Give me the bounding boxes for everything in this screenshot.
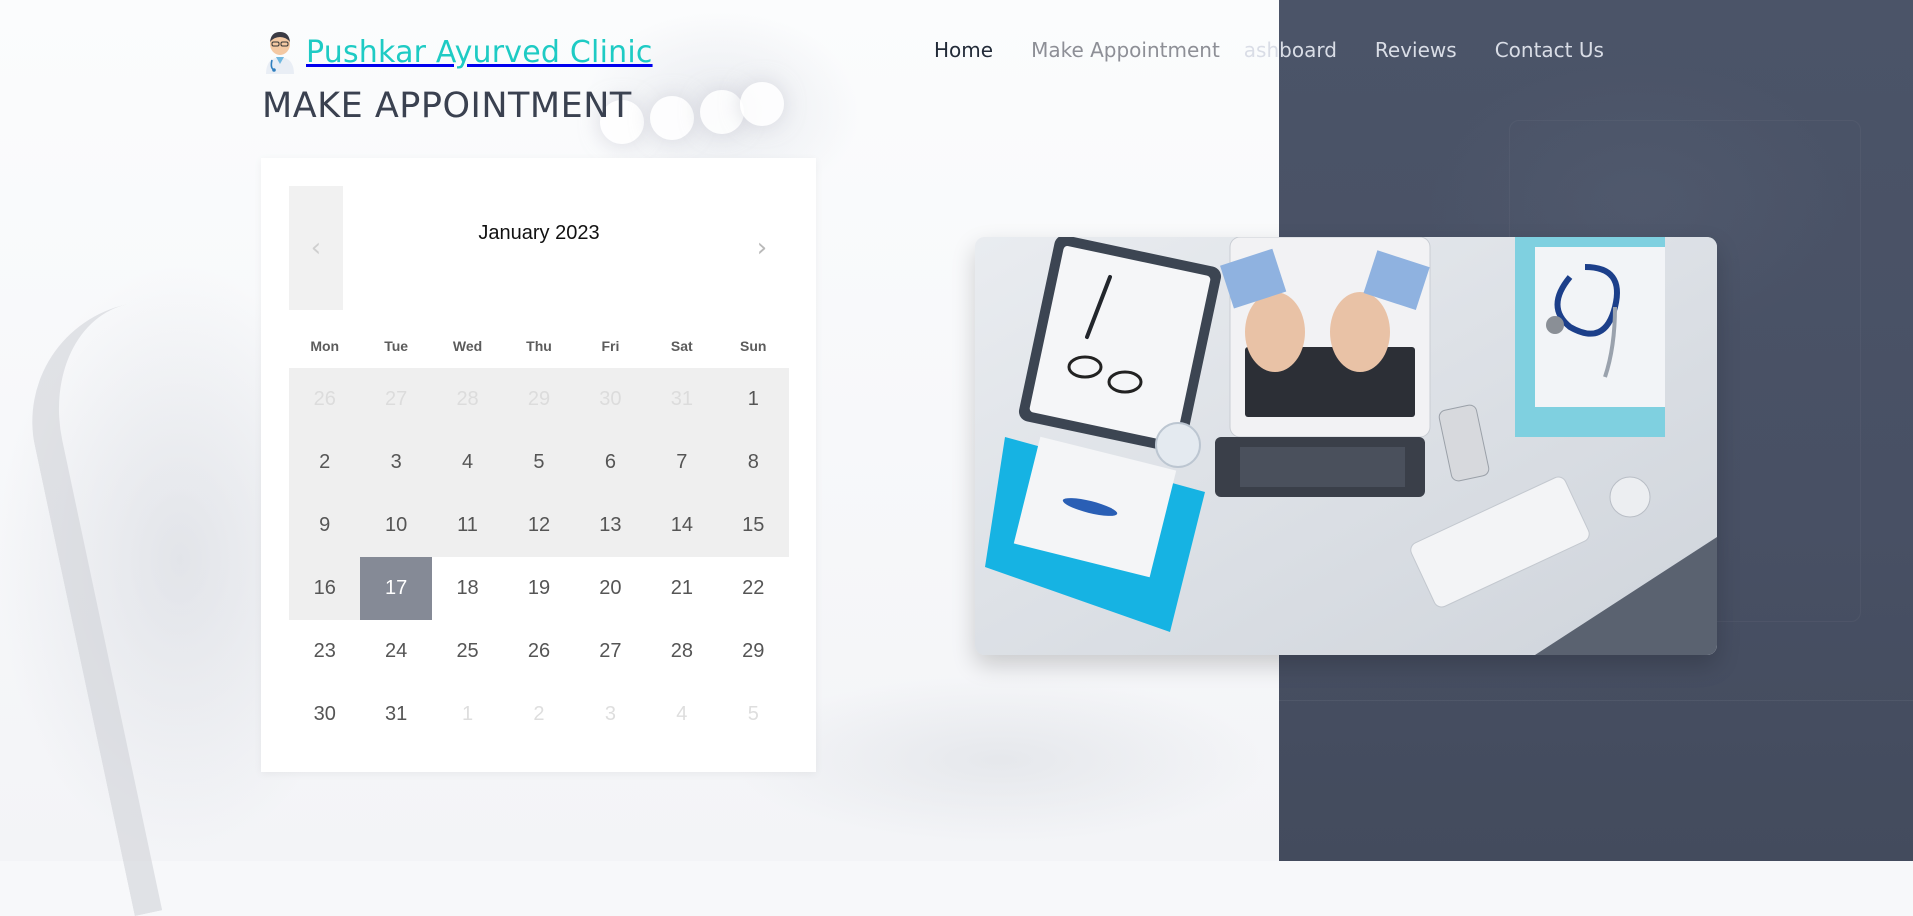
background-line — [1279, 700, 1913, 701]
lamp-light — [740, 82, 784, 126]
chevron-right-icon: › — [756, 233, 768, 263]
calendar-day-disabled: 4 — [431, 431, 504, 494]
brand-name: Pushkar Ayurved Clinic — [306, 34, 653, 70]
calendar-day[interactable]: 21 — [646, 557, 717, 620]
lamp-light — [700, 90, 744, 134]
calendar-day-disabled: 15 — [717, 494, 789, 557]
weekday-label: Mon — [310, 338, 340, 354]
doctor-desk-illustration — [975, 237, 1717, 655]
calendar-day[interactable]: 24 — [360, 620, 431, 683]
calendar-day[interactable]: 22 — [718, 557, 789, 620]
calendar-day-other-month: 1 — [462, 703, 474, 725]
weekday-label: Wed — [452, 338, 483, 354]
calendar-day-other-month: 26 — [289, 368, 361, 431]
calendar-day-other-month: 3 — [604, 703, 616, 725]
calendar-day-disabled: 13 — [574, 494, 647, 557]
calendar-day-other-month: 5 — [747, 703, 759, 725]
calendar-day-disabled: 10 — [360, 494, 432, 557]
nav-link-reviews[interactable]: Reviews — [1375, 38, 1457, 62]
calendar-day-disabled: 14 — [646, 494, 718, 557]
stethoscope-folder-shape — [1515, 237, 1665, 437]
calendar-day[interactable]: 19 — [503, 557, 574, 620]
weekday-label: Thu — [526, 338, 552, 354]
calendar-day[interactable]: 26 — [503, 620, 574, 683]
calendar-day-disabled: 16 — [289, 557, 361, 620]
nav-link-home[interactable]: Home — [934, 38, 993, 62]
calendar-day-disabled: 9 — [289, 494, 361, 557]
calendar-day[interactable]: 29 — [718, 620, 789, 683]
calendar-day-other-month: 30 — [574, 368, 647, 431]
nav-link-dashboard[interactable]: ashboard — [1244, 38, 1337, 62]
calendar-day[interactable]: 28 — [646, 620, 717, 683]
calendar-day-disabled: 3 — [360, 431, 432, 494]
calendar-prev-month-button[interactable]: ‹ — [289, 186, 343, 310]
calendar-day-other-month: 2 — [533, 703, 545, 725]
doctor-avatar-icon — [262, 30, 298, 74]
calendar-day[interactable]: 18 — [432, 557, 503, 620]
doctor-desk-image — [975, 237, 1717, 655]
weekday-label: Tue — [384, 338, 409, 354]
calendar-day-grid: 26 27 28 29 30 31 1 2 3 4 5 6 7 8 9 10 1… — [289, 368, 789, 746]
laptop-shape — [1215, 237, 1431, 497]
pen-cup-shape — [1609, 476, 1651, 518]
calendar-header: ‹ January 2023 › — [289, 186, 789, 310]
nav-link-contact-us[interactable]: Contact Us — [1495, 38, 1604, 62]
calendar-weekday-row: Mon Tue Wed Thu Fri Sat Sun — [289, 338, 789, 354]
calendar-day-other-month: 27 — [360, 368, 432, 431]
calendar-day[interactable]: 25 — [432, 620, 503, 683]
calendar-day-selected[interactable]: 17 — [360, 557, 432, 620]
calendar-day-disabled: 8 — [717, 431, 789, 494]
main-navigation: Home Make Appointment ashboard Reviews C… — [934, 38, 1642, 62]
calendar-day-disabled: 2 — [289, 431, 361, 494]
calendar-month-label: January 2023 — [478, 222, 600, 244]
glass-shape — [1155, 422, 1201, 468]
calendar-day-other-month: 31 — [646, 368, 718, 431]
calendar-day-disabled: 12 — [503, 494, 575, 557]
calendar-day[interactable]: 27 — [575, 620, 646, 683]
calendar-day-disabled: 7 — [646, 431, 718, 494]
calendar-day[interactable]: 30 — [289, 683, 360, 746]
lamp-light — [650, 96, 694, 140]
calendar-day[interactable]: 31 — [360, 683, 431, 746]
calendar-day-disabled: 6 — [574, 431, 647, 494]
appointment-calendar: ‹ January 2023 › Mon Tue Wed Thu Fri Sat… — [261, 158, 816, 772]
weekday-label: Sun — [740, 338, 767, 354]
calendar-day-disabled: 11 — [431, 494, 504, 557]
calendar-day-other-month: 29 — [503, 368, 575, 431]
weekday-label: Fri — [601, 338, 620, 354]
page-title: MAKE APPOINTMENT — [262, 86, 632, 126]
brand-logo-link[interactable]: Pushkar Ayurved Clinic — [262, 30, 653, 74]
calendar-day-disabled: 5 — [503, 431, 575, 494]
calendar-day-other-month: 28 — [431, 368, 504, 431]
calendar-day[interactable]: 23 — [289, 620, 360, 683]
calendar-day-other-month: 4 — [676, 703, 688, 725]
calendar-day-disabled: 1 — [717, 368, 789, 431]
calendar-day[interactable]: 20 — [575, 557, 646, 620]
calendar-next-month-button[interactable]: › — [735, 186, 789, 310]
nav-link-make-appointment[interactable]: Make Appointment — [1031, 38, 1220, 62]
weekday-label: Sat — [670, 338, 693, 354]
